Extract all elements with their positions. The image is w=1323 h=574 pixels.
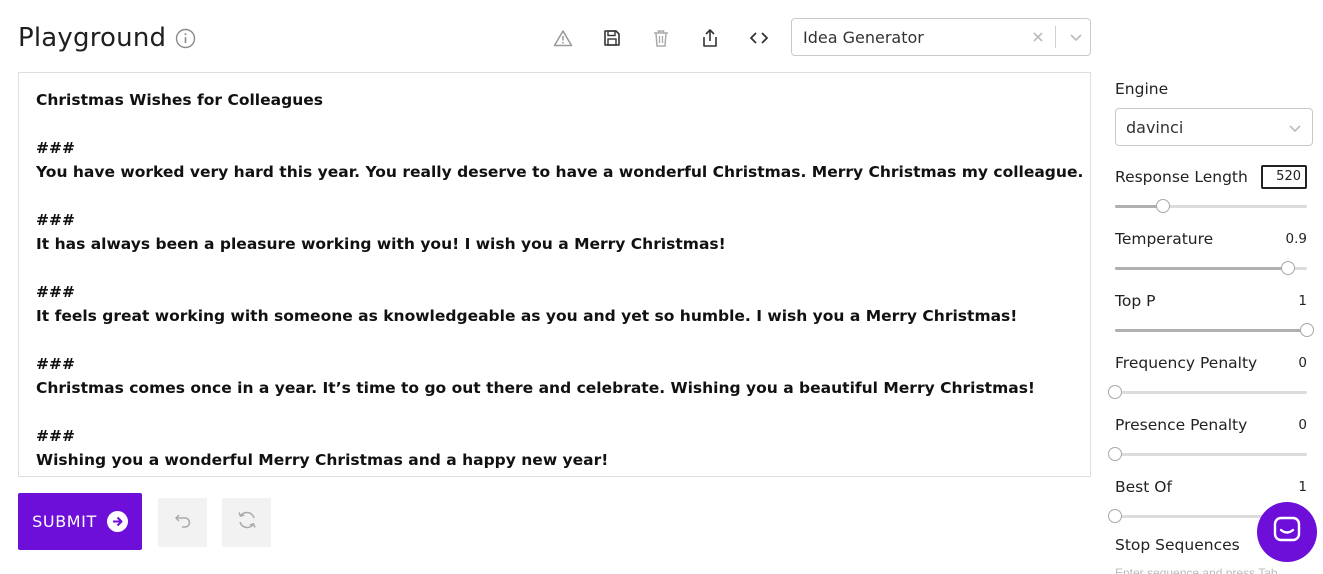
slider-thumb[interactable] [1108, 385, 1122, 399]
trash-icon[interactable] [646, 24, 676, 52]
prompt-line: Christmas Wishes for Colleagues [36, 91, 323, 109]
prompt-line: You have worked very hard this year. You… [36, 163, 1084, 181]
submit-button[interactable]: SUBMIT [18, 493, 142, 550]
param-frequency-penalty: Frequency Penalty 0 [1108, 351, 1307, 399]
param-value: 0 [1298, 417, 1307, 433]
clear-icon[interactable] [1025, 31, 1051, 43]
preset-value: Idea Generator [803, 27, 924, 47]
prompt-line: ### [36, 283, 75, 301]
prompt-line: ### [36, 211, 75, 229]
engine-select[interactable]: davinci [1115, 108, 1313, 146]
slider-thumb[interactable] [1156, 199, 1170, 213]
chevron-down-icon [1288, 118, 1302, 137]
response-length-input[interactable]: 520 [1261, 165, 1307, 189]
prompt-line: It has always been a pleasure working wi… [36, 235, 726, 253]
param-presence-penalty: Presence Penalty 0 [1108, 413, 1307, 461]
param-value: 0 [1298, 355, 1307, 371]
param-label: Best Of [1115, 478, 1172, 496]
slider-thumb[interactable] [1108, 447, 1122, 461]
prompt-line: Wishing you a wonderful Merry Christmas … [36, 451, 609, 469]
submit-label: SUBMIT [32, 512, 97, 531]
regenerate-button[interactable] [222, 498, 271, 547]
engine-value: davinci [1126, 117, 1184, 137]
slider-thumb[interactable] [1300, 323, 1314, 337]
divider [1055, 26, 1056, 48]
info-icon[interactable] [175, 28, 196, 49]
param-response-length: Response Length 520 [1115, 165, 1307, 213]
slider-track[interactable] [1115, 199, 1307, 213]
slider-track[interactable] [1108, 447, 1307, 461]
param-label: Temperature [1115, 230, 1214, 248]
slider-track[interactable] [1115, 323, 1314, 337]
page-title: Playground [18, 23, 167, 53]
param-label: Response Length [1115, 168, 1248, 186]
slider-track[interactable] [1115, 261, 1307, 275]
slider-thumb[interactable] [1108, 509, 1122, 523]
chat-icon [1272, 515, 1302, 550]
slider-fill [1115, 329, 1307, 332]
prompt-line: Christmas comes once in a year. It’s tim… [36, 379, 1036, 397]
slider-fill [1115, 267, 1288, 270]
param-label: Frequency Penalty [1115, 354, 1258, 372]
prompt-line: ### [36, 355, 75, 373]
param-label: Top P [1115, 292, 1156, 310]
param-top-p: Top P 1 [1115, 289, 1314, 337]
prompt-line: It feels great working with someone as k… [36, 307, 1018, 325]
stop-sequences-input[interactable]: Enter sequence and press Tab [1115, 566, 1278, 574]
slider-track[interactable] [1108, 385, 1307, 399]
warning-icon[interactable] [548, 24, 578, 52]
param-value: 1 [1298, 293, 1307, 309]
prompt-editor[interactable]: Christmas Wishes for Colleagues ### You h… [18, 72, 1091, 477]
settings-sidebar: Engine davinci [1115, 80, 1313, 146]
code-icon[interactable] [744, 24, 774, 52]
undo-button[interactable] [158, 498, 207, 547]
undo-icon [174, 512, 192, 533]
arrow-right-icon [106, 511, 128, 532]
refresh-icon [236, 510, 258, 535]
preset-select[interactable]: Idea Generator [791, 18, 1091, 56]
chevron-down-icon[interactable] [1062, 32, 1090, 42]
prompt-line: ### [36, 427, 75, 445]
param-value: 1 [1298, 479, 1307, 495]
prompt-line: ### [36, 139, 75, 157]
slider-thumb[interactable] [1280, 261, 1295, 275]
engine-label: Engine [1115, 80, 1169, 98]
chat-support-button[interactable] [1257, 502, 1317, 562]
toolbar [548, 24, 793, 52]
param-value: 0.9 [1285, 231, 1307, 247]
param-label: Presence Penalty [1115, 416, 1248, 434]
page-header: Playground [18, 18, 196, 58]
prompt-text[interactable]: Christmas Wishes for Colleagues ### You h… [36, 88, 1084, 472]
stop-sequences-label: Stop Sequences [1115, 536, 1240, 554]
share-icon[interactable] [695, 24, 725, 52]
save-icon[interactable] [597, 24, 627, 52]
param-temperature: Temperature 0.9 [1115, 227, 1307, 275]
